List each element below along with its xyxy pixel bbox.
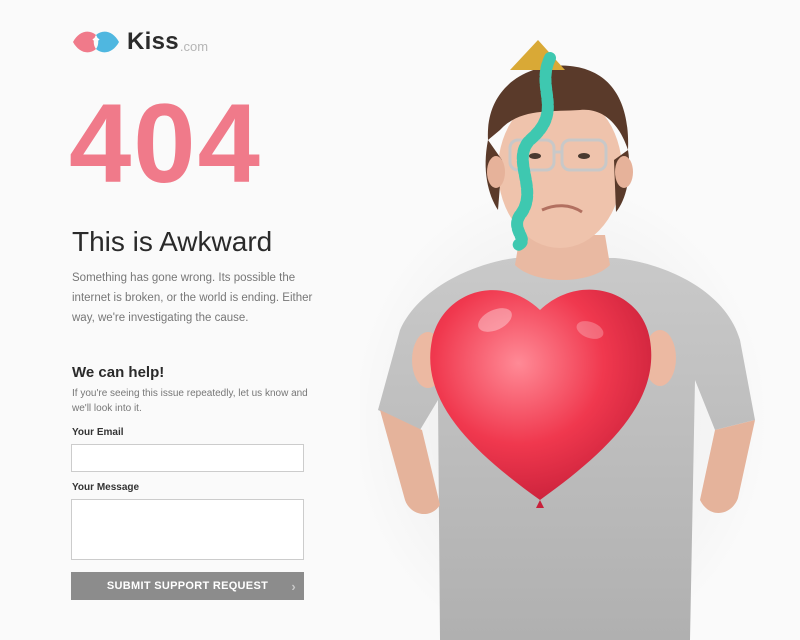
left-panel: Kiss .com 404 This is Awkward Something …	[0, 0, 360, 640]
lips-icon	[73, 31, 119, 53]
message-field[interactable]	[71, 499, 304, 560]
error-code: 404	[69, 81, 262, 206]
brand-logo[interactable]: Kiss .com	[71, 26, 208, 58]
email-field[interactable]	[71, 444, 304, 472]
email-label: Your Email	[72, 427, 124, 438]
help-text: If you're seeing this issue repeatedly, …	[72, 388, 308, 414]
chevron-right-icon: ›	[291, 579, 296, 594]
brand-name: Kiss	[127, 28, 179, 55]
brand-tld: .com	[179, 38, 209, 54]
message-label: Your Message	[72, 482, 140, 493]
page-title: This is Awkward	[72, 226, 273, 257]
submit-support-request-button[interactable]: SUBMIT SUPPORT REQUEST ›	[71, 572, 304, 600]
help-title: We can help!	[72, 364, 165, 381]
hero-photo	[360, 0, 800, 640]
person-illustration	[360, 40, 770, 640]
submit-label: SUBMIT SUPPORT REQUEST	[106, 580, 269, 592]
error-description: Something has gone wrong. Its possible t…	[72, 272, 313, 324]
